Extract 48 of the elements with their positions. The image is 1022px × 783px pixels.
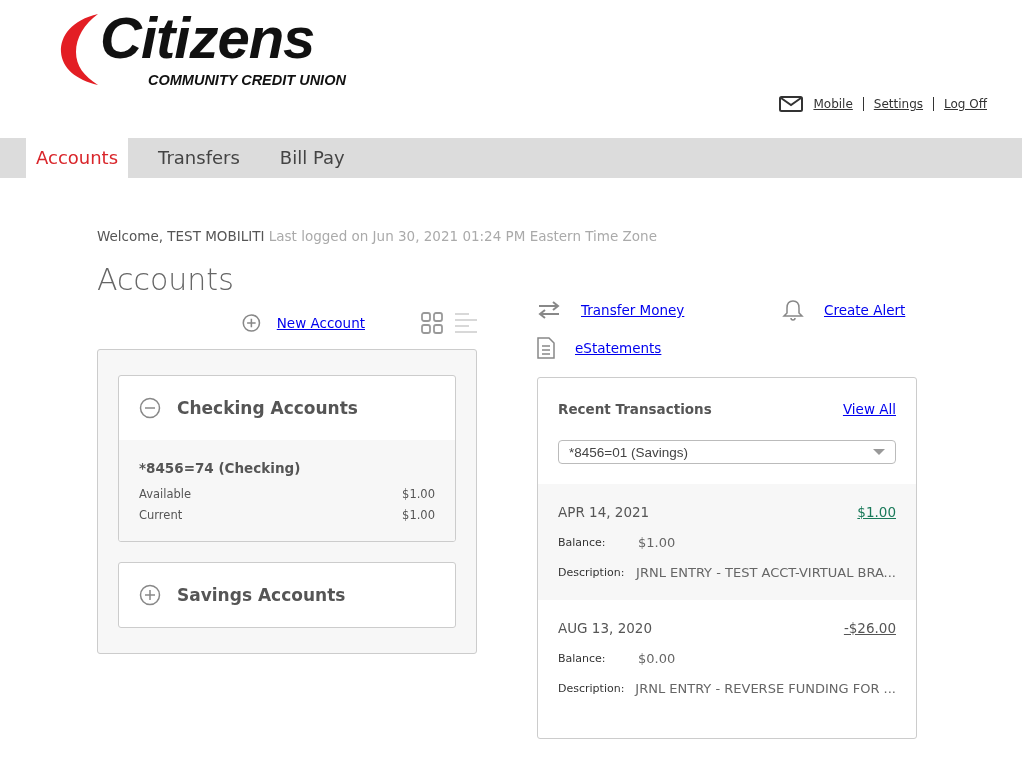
grid-view-icon[interactable]	[421, 312, 443, 334]
card-title: Recent Transactions	[558, 401, 712, 417]
header-link[interactable]: Mobile	[813, 97, 853, 111]
account-group-title[interactable]: Savings Accounts	[177, 585, 346, 605]
balance-amount: $1.00	[402, 507, 435, 524]
document-icon[interactable]	[537, 337, 555, 359]
transaction-amount[interactable]: -$26.00	[843, 620, 896, 636]
nav-tab[interactable]: Transfers	[148, 138, 250, 178]
logo-name: Citizens	[100, 4, 315, 71]
dropdown-caret-icon	[873, 449, 885, 455]
description-value: JRNL ENTRY - TEST ACCT-VIRTUAL BRA...	[636, 564, 896, 582]
logo-tagline: COMMUNITY CREDIT UNION	[148, 72, 346, 88]
balance-value: $0.00	[638, 650, 676, 668]
description-label: Description:	[558, 565, 626, 581]
transaction-row[interactable]: AUG 13, 2020 -$26.00 Balance: $0.00 Description: JRNL ENTRY - REVERSE FUNDING FOR ...	[538, 600, 916, 716]
transaction-amount[interactable]: $1.00	[857, 504, 896, 520]
description-label: Description:	[558, 681, 626, 697]
transaction-date: AUG 13, 2020	[558, 620, 652, 636]
balance-label: Balance:	[558, 535, 607, 551]
header-link[interactable]: Settings	[873, 97, 924, 111]
balance-label: Current	[139, 507, 183, 524]
balance-amount: $1.00	[402, 486, 435, 503]
welcome-text: Welcome, TEST MOBILITI	[97, 228, 265, 244]
action-link[interactable]: Create Alert	[824, 302, 906, 318]
plus-circle-icon[interactable]	[139, 584, 161, 606]
action-link[interactable]: Transfer Money	[581, 302, 685, 318]
mail-icon[interactable]	[779, 96, 804, 112]
minus-circle-icon[interactable]	[139, 397, 161, 419]
transaction-date: APR 14, 2021	[558, 504, 650, 520]
nav-tab[interactable]: Bill Pay	[269, 138, 355, 178]
balance-label: Available	[139, 486, 192, 503]
balance-value: $1.00	[638, 534, 676, 552]
account-group-title[interactable]: Checking Accounts	[177, 398, 358, 418]
account-select[interactable]: *8456=01 (Savings)	[558, 440, 896, 464]
balance-label: Balance:	[558, 651, 607, 667]
header-link[interactable]: Log Off	[944, 97, 987, 111]
last-login-text: Last logged on Jun 30, 2021 01:24 PM Eastern Time Zone	[268, 228, 657, 244]
action-link[interactable]: eStatements	[575, 340, 662, 356]
page-title: Accounts	[97, 262, 235, 297]
swap-arrows-icon[interactable]	[537, 301, 561, 319]
bell-icon[interactable]	[782, 299, 804, 321]
account-name[interactable]: *8456=74 (Checking)	[139, 460, 435, 476]
new-account-link[interactable]: New Account	[276, 315, 365, 331]
transaction-row[interactable]: APR 14, 2021 $1.00 Balance: $1.00 Description: JRNL ENTRY - TEST ACCT-VIRTUAL BRA...	[538, 484, 916, 600]
nav-tab[interactable]: Accounts	[26, 138, 129, 178]
plus-circle-icon[interactable]	[242, 312, 261, 334]
description-value: JRNL ENTRY - REVERSE FUNDING FOR ...	[635, 680, 896, 698]
view-all-link[interactable]: View All	[842, 401, 896, 417]
